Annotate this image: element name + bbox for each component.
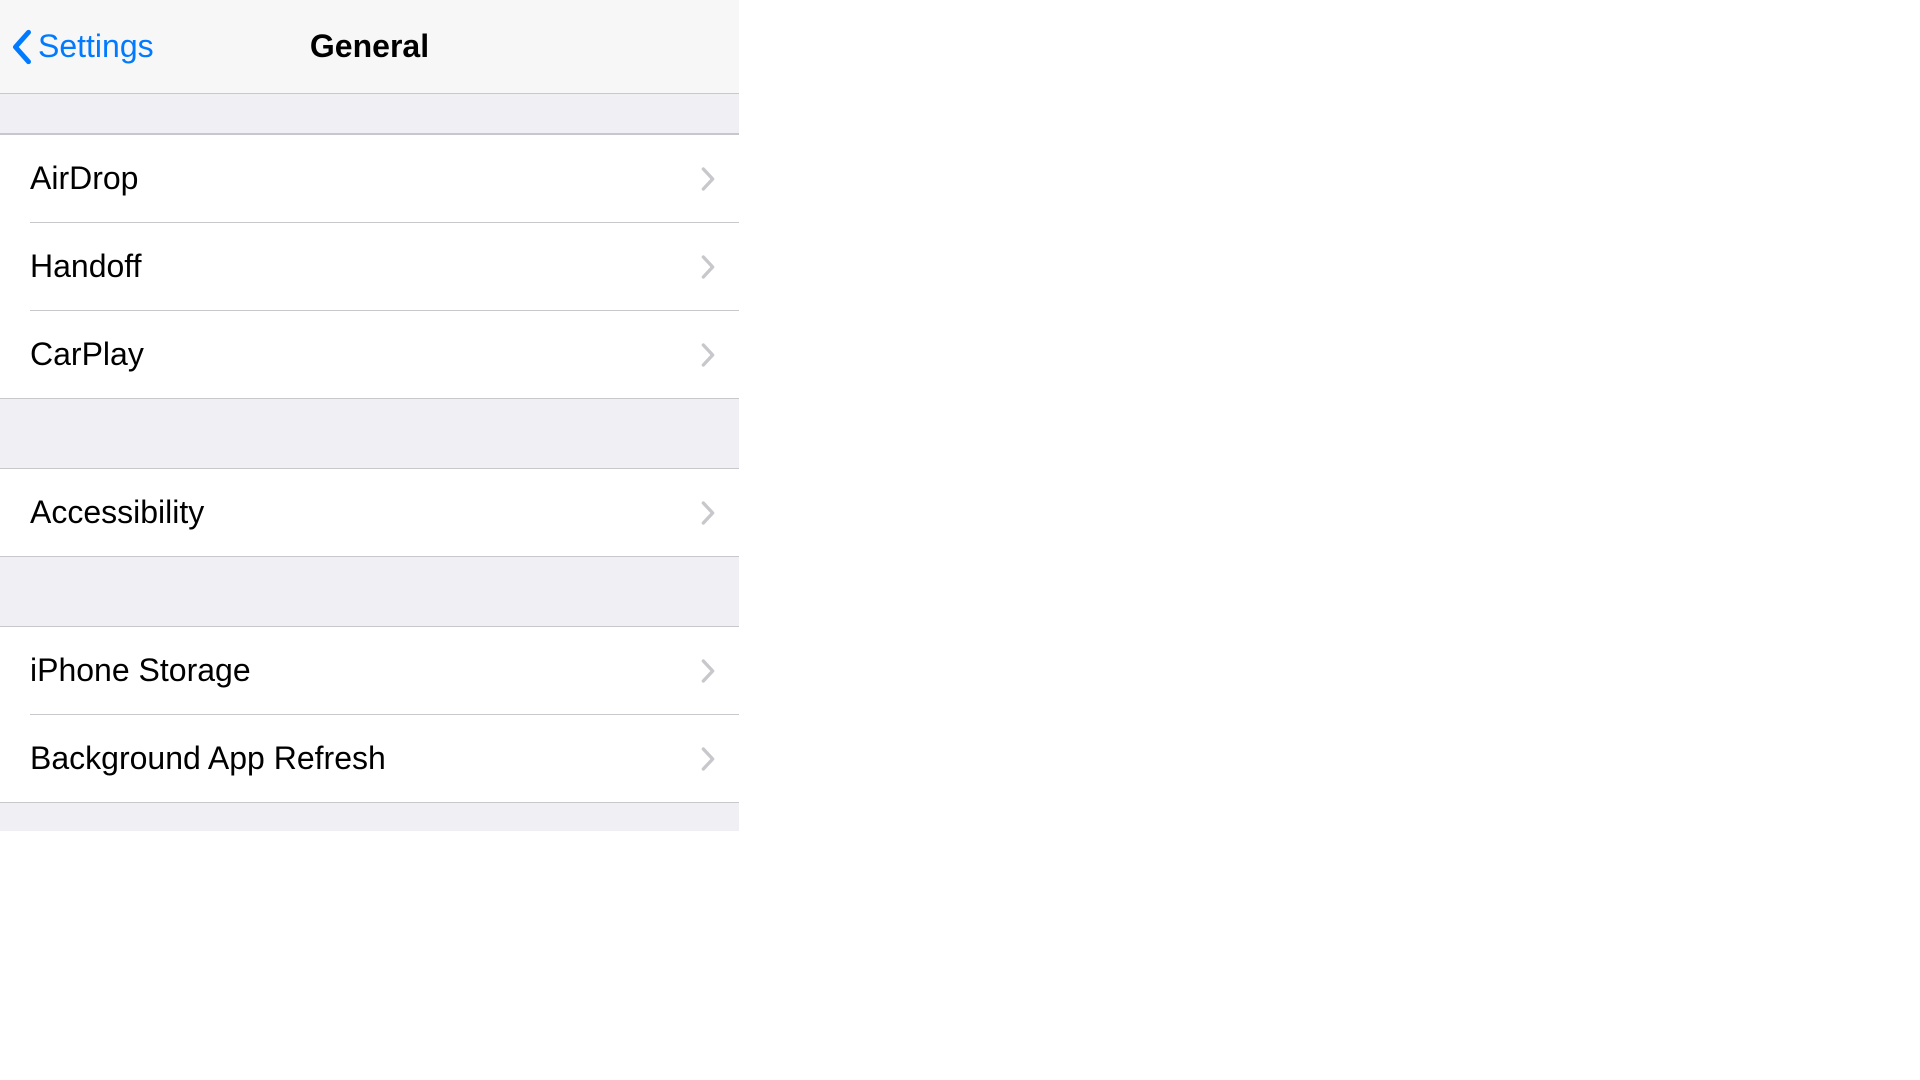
- group-spacer: [0, 803, 739, 831]
- settings-group: Accessibility: [0, 468, 739, 557]
- chevron-right-icon: [701, 255, 715, 279]
- chevron-right-icon: [701, 659, 715, 683]
- settings-group: AirDrop Handoff CarPlay: [0, 134, 739, 399]
- group-spacer: [0, 94, 739, 134]
- row-airdrop[interactable]: AirDrop: [0, 135, 739, 222]
- row-label: Background App Refresh: [30, 740, 701, 777]
- settings-general-panel: Settings General AirDrop Handoff CarPlay Ac…: [0, 0, 739, 819]
- settings-group: iPhone Storage Background App Refresh: [0, 626, 739, 803]
- row-label: AirDrop: [30, 160, 701, 197]
- row-accessibility[interactable]: Accessibility: [0, 469, 739, 556]
- group-spacer: [0, 557, 739, 626]
- group-spacer: [0, 399, 739, 468]
- row-label: iPhone Storage: [30, 652, 701, 689]
- chevron-left-icon: [12, 29, 32, 65]
- nav-bar: Settings General: [0, 0, 739, 94]
- chevron-right-icon: [701, 501, 715, 525]
- row-carplay[interactable]: CarPlay: [0, 311, 739, 398]
- back-label: Settings: [38, 28, 154, 65]
- row-handoff[interactable]: Handoff: [0, 223, 739, 310]
- chevron-right-icon: [701, 343, 715, 367]
- chevron-right-icon: [701, 747, 715, 771]
- row-iphone-storage[interactable]: iPhone Storage: [0, 627, 739, 714]
- row-label: CarPlay: [30, 336, 701, 373]
- row-label: Handoff: [30, 248, 701, 285]
- row-label: Accessibility: [30, 494, 701, 531]
- row-background-app-refresh[interactable]: Background App Refresh: [0, 715, 739, 802]
- chevron-right-icon: [701, 167, 715, 191]
- back-button[interactable]: Settings: [0, 28, 154, 65]
